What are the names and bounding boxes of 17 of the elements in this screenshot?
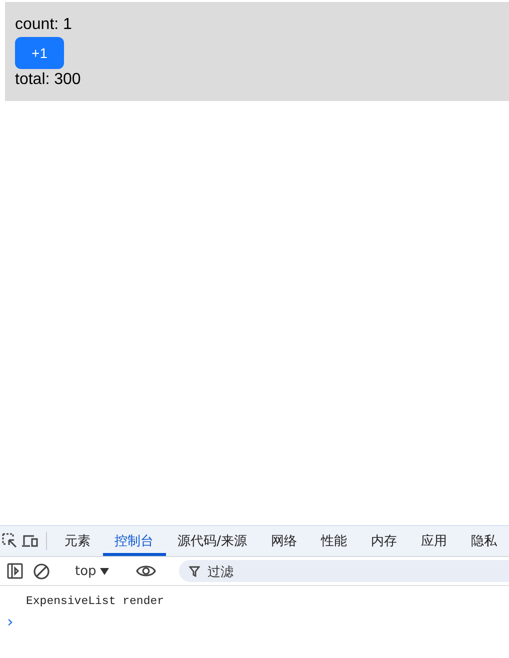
devtools-tab[interactable]: 内存 [359,526,409,556]
devtools-tab[interactable]: 应用 [409,526,459,556]
console-prompt[interactable]: › [0,608,509,631]
caret-icon [100,568,110,574]
increment-button[interactable]: +1 [15,37,64,69]
total-label: total: 300 [15,71,81,89]
context-select[interactable]: top [67,564,118,578]
devtools-tab[interactable]: 控制台 [102,526,166,556]
devtools-tab[interactable]: 元素 [52,526,103,556]
filter-field[interactable]: 过滤 [179,560,509,582]
devtools-tab[interactable]: 网络 [259,526,309,556]
devtools-tab[interactable]: 源代码/来源 [166,526,259,556]
filter-icon [189,566,200,576]
devtools-tab[interactable]: 性能 [309,526,359,556]
devtools-tab[interactable]: 隐私 [459,526,509,556]
count-label: count: 1 [15,16,72,34]
console-message: ExpensiveList render [25,594,166,608]
